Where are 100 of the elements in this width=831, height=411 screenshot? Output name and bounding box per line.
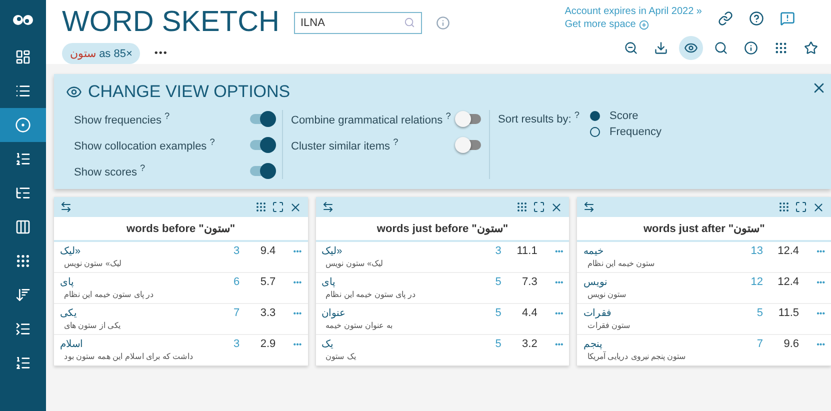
sort-down-icon [15, 287, 31, 303]
more-button[interactable]: ••• [799, 276, 826, 287]
eye-icon [66, 84, 82, 100]
option-label: Cluster similar items $^{?}$ [291, 136, 398, 152]
radio-label: Frequency [610, 126, 662, 138]
frequency-value: 5 [494, 338, 502, 350]
radio-button[interactable] [590, 127, 600, 137]
toggle-switch[interactable] [250, 166, 274, 176]
sidebar-item[interactable] [0, 108, 46, 142]
dots-icon[interactable] [778, 200, 790, 212]
frequency-value: 6 [232, 276, 240, 288]
panel-title: words just before "ستون" [316, 217, 570, 242]
swap-icon[interactable] [322, 201, 334, 213]
toggle-switch[interactable] [457, 114, 481, 124]
dots-icon[interactable] [516, 200, 528, 212]
target-icon [15, 117, 31, 133]
close-icon[interactable] [550, 200, 564, 214]
example-text: یک ستون [324, 352, 356, 361]
collocate-word[interactable]: خیمه [583, 245, 604, 257]
plus-icon[interactable] [638, 20, 649, 30]
score-value: 7.3 [521, 276, 538, 288]
dots-icon [774, 41, 788, 55]
collocate-word[interactable]: اسلام [60, 338, 83, 350]
more-button[interactable]: ••• [154, 48, 168, 59]
score-value: 12.4 [776, 245, 800, 257]
example-text: یکی از ستون های [63, 321, 121, 330]
collocate-word[interactable]: نویس [583, 276, 608, 288]
more-button[interactable]: ••• [276, 245, 302, 256]
option-label: Show frequencies $^{?}$ [74, 110, 170, 126]
feedback-icon[interactable] [780, 10, 795, 26]
example-text: ستون نویس [586, 290, 627, 299]
close-icon[interactable] [812, 200, 826, 214]
expand-icon[interactable] [533, 200, 546, 212]
collocate-word[interactable]: «لیک [60, 245, 81, 257]
example-text: لیک» ستون نویس [63, 259, 121, 268]
list-icon [15, 83, 31, 99]
more-button[interactable]: ••• [799, 245, 826, 256]
more-space-link[interactable]: Get more space [564, 19, 702, 30]
collocate-word[interactable]: یک [322, 338, 334, 350]
radio-button[interactable] [590, 111, 600, 121]
score-value: 5.7 [259, 276, 276, 288]
collocate-word[interactable]: پنجم [583, 338, 602, 350]
radio-label: Score [610, 110, 638, 122]
collocate-word[interactable]: «لیک [322, 245, 342, 257]
toggle-switch[interactable] [457, 140, 481, 150]
grid-dots-icon [15, 253, 31, 269]
swap-icon[interactable] [583, 201, 596, 213]
more-button[interactable]: ••• [799, 338, 826, 349]
sort-label: Sort results by: $^{?}$ [498, 110, 580, 128]
collocate-word[interactable]: پای [322, 276, 336, 288]
more-button[interactable]: ••• [537, 307, 564, 318]
score-value: 4.4 [521, 307, 538, 319]
collapse-list-icon [15, 321, 31, 337]
collocate-word[interactable]: فقرات [583, 307, 612, 319]
help-icon[interactable] [749, 10, 764, 26]
more-button[interactable]: ••• [276, 338, 302, 349]
option-label: Combine grammatical relations $^{?}$ [291, 110, 451, 126]
frequency-value: 7 [756, 338, 764, 350]
option-label: Show scores $^{?}$ [74, 162, 146, 178]
info-icon [744, 41, 758, 55]
zoom-out-icon [624, 41, 638, 55]
search-field[interactable]: ILNA [294, 12, 422, 34]
more-button[interactable]: ••• [537, 338, 564, 349]
frequency-value: 7 [232, 307, 240, 319]
option-label: Show collocation examples $^{?}$ [74, 136, 215, 152]
frequency-value: 3 [232, 338, 240, 350]
score-value: 2.9 [259, 338, 276, 350]
score-value: 12.4 [776, 276, 800, 288]
more-button[interactable]: ••• [799, 307, 826, 318]
toolbar-button[interactable] [679, 36, 703, 60]
collocate-word[interactable]: پای [60, 276, 74, 288]
account-expiry-link[interactable]: Account expires in April 2022 » [564, 6, 702, 17]
swap-icon[interactable] [60, 201, 72, 213]
expand-icon[interactable] [272, 200, 284, 212]
score-value: 11.5 [777, 307, 800, 319]
score-value: 3.2 [521, 338, 538, 350]
toggle-switch[interactable] [250, 114, 274, 124]
example-text: داشت که برای اسلام این همه ستون بود [63, 352, 194, 361]
example-text: به عنوان ستون خیمه [324, 321, 392, 330]
more-button[interactable]: ••• [276, 276, 302, 287]
example-text: ستون پنجم نیروی دریایی آمریکا [586, 352, 686, 361]
collocate-word[interactable]: یکی [60, 307, 77, 319]
download-icon [654, 41, 668, 55]
example-text: در پای ستون خیمه این نظام [63, 290, 154, 299]
score-value: 9.4 [259, 245, 276, 257]
numbered-list-icon [15, 355, 31, 371]
frequency-value: 3 [494, 245, 502, 257]
page-title: WORD SKETCH [62, 6, 280, 39]
more-button[interactable]: ••• [537, 276, 564, 287]
more-button[interactable]: ••• [537, 245, 564, 256]
toggle-switch[interactable] [250, 140, 274, 150]
panel-title: words just after "ستون" [577, 217, 831, 242]
expand-icon[interactable] [795, 200, 808, 212]
collocate-word[interactable]: عنوان [322, 307, 346, 319]
dots-icon[interactable] [254, 200, 267, 212]
link-icon[interactable] [718, 10, 733, 26]
options-title: CHANGE VIEW OPTIONS [88, 82, 290, 102]
close-icon[interactable] [288, 200, 302, 214]
frequency-value: 5 [494, 307, 502, 319]
more-button[interactable]: ••• [276, 307, 302, 318]
